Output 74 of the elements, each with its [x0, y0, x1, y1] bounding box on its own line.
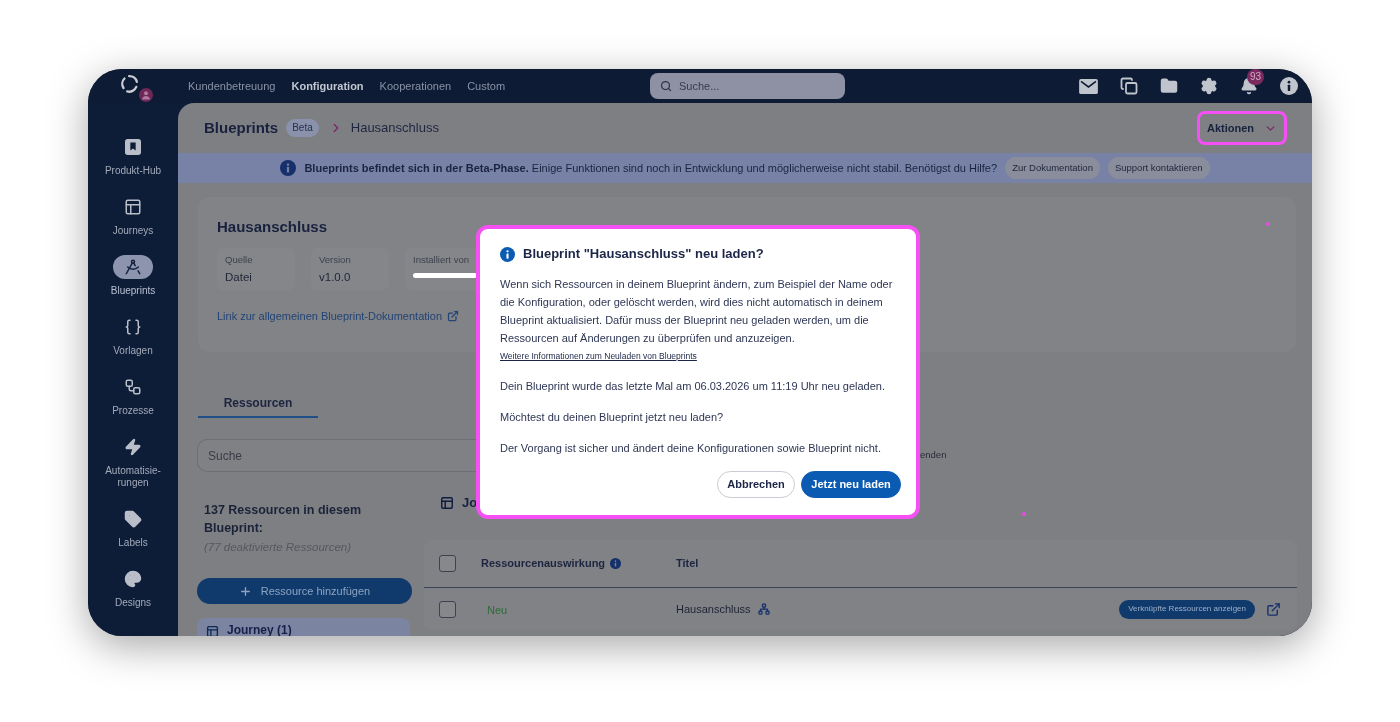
resource-group-item[interactable]: Journey (1)	[197, 618, 410, 636]
panel-layout-icon	[440, 496, 454, 510]
sidebar-item[interactable]: Blueprints	[90, 255, 176, 297]
folder-icon[interactable]	[1160, 77, 1178, 95]
option-label: enden	[920, 448, 947, 463]
nav-link[interactable]: Kooperationen	[379, 77, 452, 95]
field-label: Quelle	[225, 254, 254, 266]
bookmark-icon	[125, 139, 141, 155]
mail-icon[interactable]	[1079, 78, 1098, 94]
group-label: Journey (1)	[227, 624, 292, 636]
sidebar-item[interactable]: Prozesse	[90, 375, 176, 417]
resource-search-field[interactable]: Suche	[197, 439, 476, 472]
sidebar-item[interactable]: Vorlagen	[90, 315, 176, 357]
search-icon	[660, 80, 672, 92]
column-header: Ressourcenauswirkung	[481, 556, 606, 572]
info-icon	[610, 558, 622, 569]
checkbox[interactable]	[439, 555, 456, 572]
logo-icon[interactable]	[120, 74, 140, 94]
sidebar-item[interactable]: Automatisie-rungen	[90, 435, 176, 489]
add-resource-button[interactable]: Ressource hinzufügen	[197, 578, 412, 604]
info-icon	[500, 246, 515, 262]
linked-resources-button[interactable]: Verknüpfte Ressourcen anzeigen	[1119, 599, 1255, 619]
field-value: v1.0.0	[319, 270, 352, 284]
dialog-title: Blueprint "Hausanschluss" neu laden?	[523, 245, 764, 264]
info-icon	[1280, 77, 1298, 95]
lightning-icon	[124, 438, 142, 456]
question-text: Möchtest du deinen Blueprint jetzt neu laden?	[500, 410, 724, 425]
external-link-icon	[447, 310, 459, 323]
copy-icon[interactable]	[1120, 77, 1138, 95]
sidebar-item[interactable]: Journeys	[90, 195, 176, 237]
palette-icon	[124, 570, 142, 588]
reload-button[interactable]: Jetzt neu laden	[801, 471, 901, 498]
field-value: Datei	[225, 270, 253, 284]
more-info-link[interactable]: Weitere Informationen zum Neuladen von Blueprints	[500, 349, 697, 363]
avatar-icon[interactable]	[139, 88, 153, 102]
page-title: Blueprints	[204, 117, 279, 138]
plus-icon	[238, 584, 252, 598]
workflow-icon	[124, 378, 142, 396]
table-cell-text: Hausanschluss	[676, 601, 751, 617]
hierarchy-icon	[757, 603, 770, 615]
banner-message: Blueprints befindet sich in der Beta-Phase. Einige Funktionen sind noch in Entwicklung und möglicherweise nicht stabil. Benötigst du Hilfe?	[304, 160, 998, 176]
notification-count: 93	[1247, 69, 1265, 85]
nav-link[interactable]: Kundenbetreuung	[188, 77, 276, 95]
sidebar-item[interactable]: Labels	[90, 507, 176, 549]
beta-badge: Beta	[286, 119, 319, 137]
field-label: Installiert von	[413, 254, 470, 266]
panel-layout-icon	[206, 625, 219, 636]
dialog-description: Wenn sich Ressourcen in deinem Blueprint ändern, zum Beispiel der Name oder die Konfiguration, oder gelöscht werden, wird dies nicht automatisch in deinem Blueprint aktualisiert. Dafür muss der Blueprint neu geladen werden, um die Ressourcen auf Änderungen zu überprüfen und anzuzeigen.	[500, 277, 894, 346]
tab[interactable]: Ressourcen	[198, 389, 318, 418]
sidebar-item[interactable]: Designs	[90, 567, 176, 609]
checkbox[interactable]	[439, 600, 456, 618]
last-reload-text: Dein Blueprint wurde das letzte Mal am 06.03.2026 um 11:19 Uhr neu geladen.	[500, 379, 886, 394]
panel-layout-icon	[124, 198, 142, 216]
resource-count: 137 Ressourcen in diesem Blueprint:	[204, 502, 363, 537]
note-text: Der Vorgang ist sicher und ändert deine Konfigurationen sowie Blueprint nicht.	[500, 441, 881, 456]
external-link-icon[interactable]	[1266, 601, 1281, 617]
info-icon	[280, 160, 297, 176]
nav-link[interactable]: Custom	[467, 77, 506, 95]
compass-icon	[124, 258, 142, 276]
card-title: Hausanschluss	[217, 218, 328, 236]
nav-link[interactable]: Konfiguration	[291, 77, 364, 95]
search-field[interactable]: Suche...	[650, 73, 845, 99]
braces-icon	[124, 318, 142, 336]
settings-icon[interactable]	[1200, 77, 1218, 95]
field-label: Version	[319, 254, 352, 266]
tag-icon	[124, 510, 142, 528]
breadcrumb-current[interactable]: Hausanschluss	[350, 118, 439, 138]
sidebar-item[interactable]: Produkt-Hub	[90, 135, 176, 177]
actions-button[interactable]: Aktionen	[1197, 111, 1287, 145]
cancel-button[interactable]: Abbrechen	[717, 471, 795, 498]
banner-button[interactable]: Zur Dokumentation	[1005, 157, 1100, 179]
banner-button[interactable]: Support kontaktieren	[1107, 157, 1210, 179]
column-header: Titel	[676, 556, 699, 572]
table-cell: Neu	[487, 604, 508, 616]
